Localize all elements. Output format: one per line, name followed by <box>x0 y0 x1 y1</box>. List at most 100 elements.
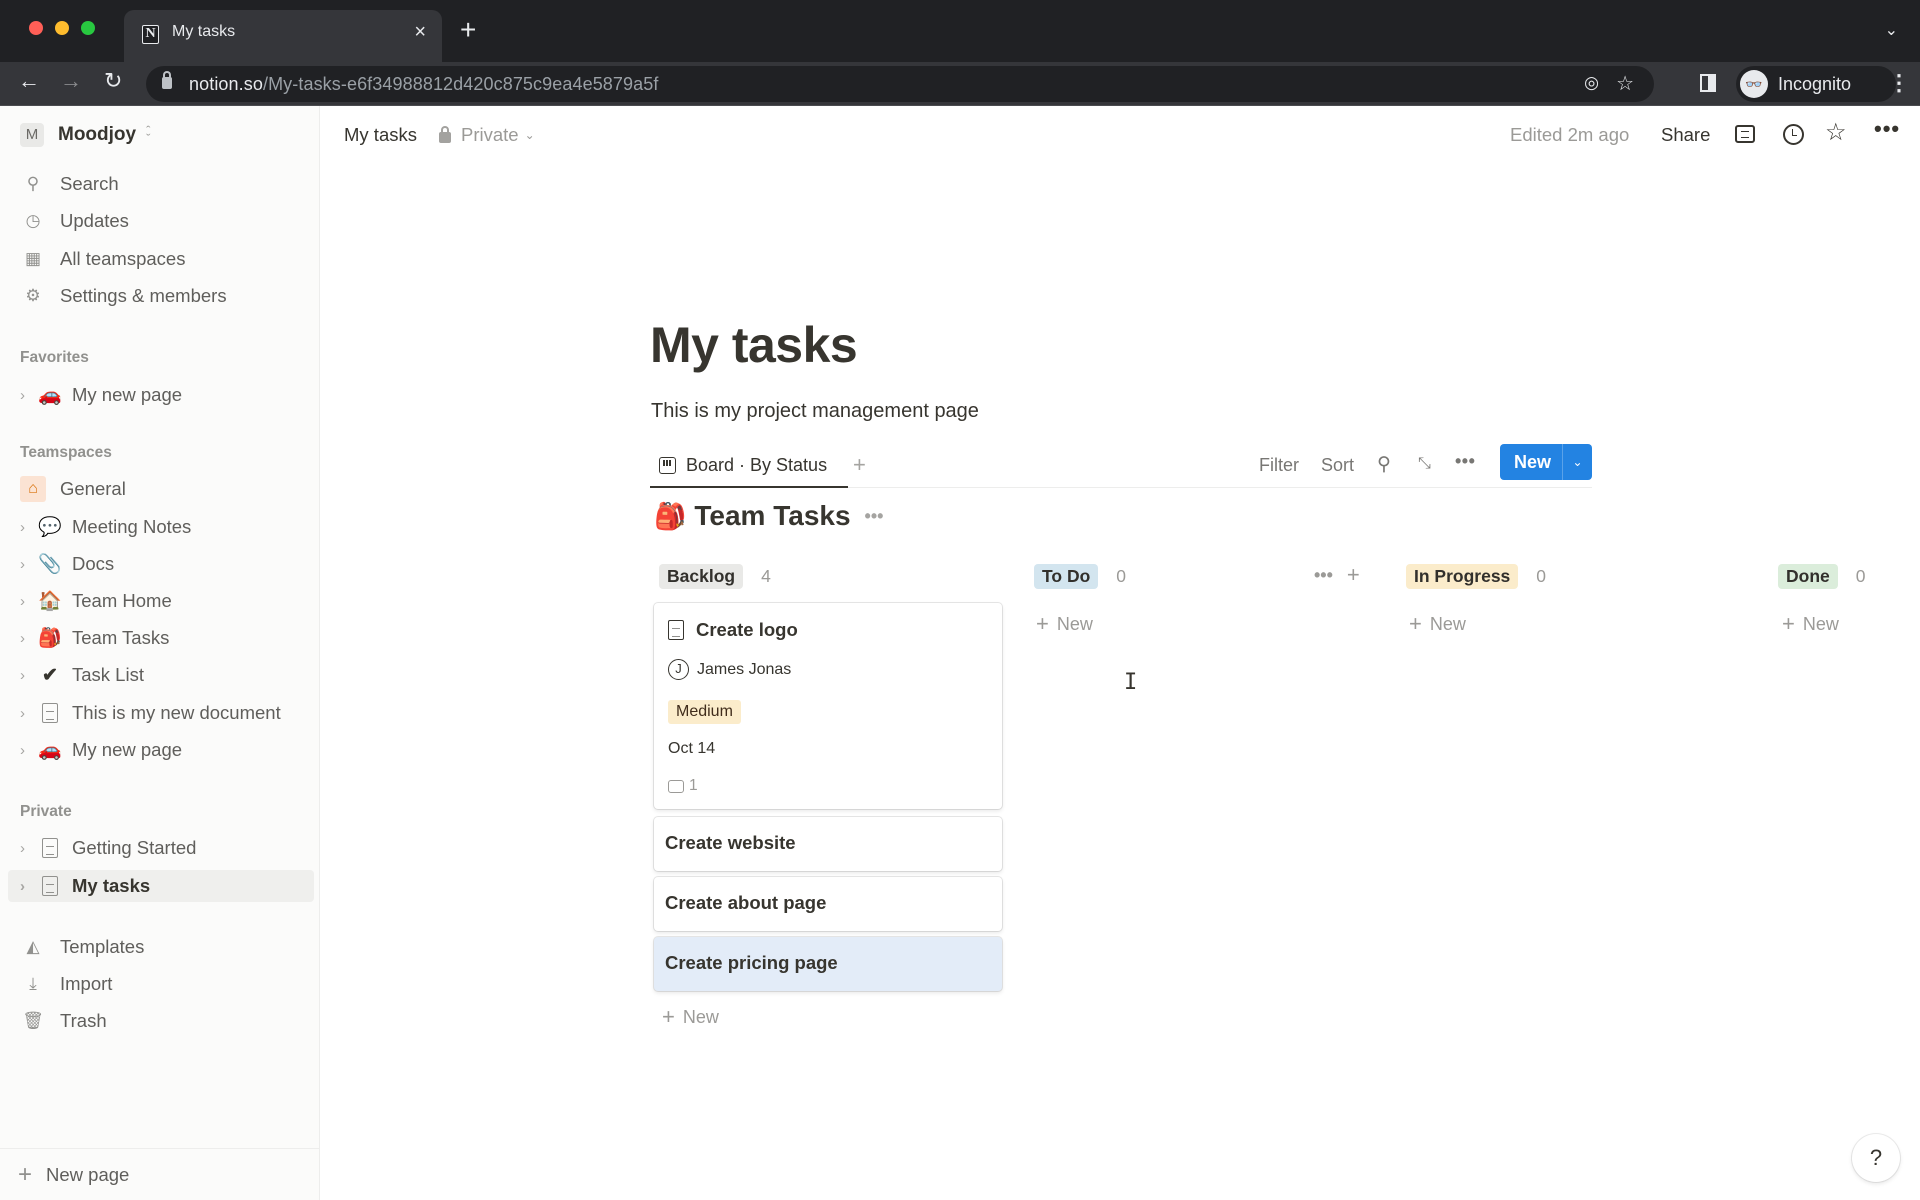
view-more-icon[interactable]: ••• <box>1455 451 1475 472</box>
sidebar-page-new-document[interactable]: › This is my new document <box>8 697 314 729</box>
page-description[interactable]: This is my project management page <box>651 400 979 423</box>
backlog-new-button[interactable]: + New <box>662 1004 719 1030</box>
plus-icon: + <box>18 1160 33 1188</box>
browser-titlebar: N My tasks × + ⌄ <box>0 0 1920 62</box>
maximize-window-button[interactable] <box>81 21 95 35</box>
column-header-in-progress[interactable]: In Progress 0 <box>1406 562 1546 590</box>
chevron-right-icon[interactable]: › <box>20 878 32 895</box>
filter-button[interactable]: Filter <box>1259 455 1299 476</box>
minimize-window-button[interactable] <box>55 21 69 35</box>
column-header-done[interactable]: Done 0 <box>1778 562 1865 590</box>
forward-button[interactable]: → <box>60 68 82 94</box>
column-header-to-do[interactable]: To Do 0 <box>1034 562 1126 590</box>
chevron-right-icon[interactable]: › <box>20 705 32 722</box>
column-add-icon[interactable]: + <box>1347 562 1360 588</box>
backpack-icon: 🎒 <box>654 500 687 531</box>
more-options-icon[interactable]: ••• <box>1874 116 1900 142</box>
new-tab-button[interactable]: + <box>460 16 476 44</box>
column-header-backlog[interactable]: Backlog 4 <box>659 562 771 590</box>
sidebar-page-task-list[interactable]: › ✔ Task List <box>8 659 314 691</box>
column-actions: ••• + <box>1314 562 1360 588</box>
chevron-right-icon[interactable]: › <box>20 667 32 684</box>
trash-icon: 🗑 <box>22 1011 44 1030</box>
lock-icon[interactable] <box>162 71 172 89</box>
sidebar-page-my-tasks[interactable]: › My tasks <box>8 870 314 902</box>
share-button[interactable]: Share <box>1661 124 1710 146</box>
sidebar-item-search[interactable]: ⚲ Search <box>8 168 314 200</box>
privacy-dropdown[interactable]: Private ⌄ <box>439 124 535 146</box>
help-button[interactable]: ? <box>1852 1134 1900 1182</box>
sidebar-page-docs[interactable]: › 📎 Docs <box>8 548 314 580</box>
sidebar-item-label: Trash <box>60 1010 107 1031</box>
board-card[interactable]: Create about page <box>654 877 1002 931</box>
chevron-right-icon[interactable]: › <box>20 630 32 647</box>
board-card[interactable]: Create logo J James Jonas Medium Oct 14 … <box>654 603 1002 809</box>
sidebar-page-meeting-notes[interactable]: › 💬 Meeting Notes <box>8 511 314 543</box>
chevron-down-icon[interactable]: ⌄ <box>1562 444 1592 480</box>
page-label: Meeting Notes <box>72 516 192 537</box>
status-pill: To Do <box>1034 563 1099 589</box>
todo-new-button[interactable]: + New <box>1036 611 1093 637</box>
history-clock-icon[interactable] <box>1783 124 1804 145</box>
eye-off-icon[interactable]: ◎ <box>1584 73 1599 93</box>
side-panel-icon[interactable] <box>1700 74 1716 92</box>
favorite-star-icon[interactable]: ☆ <box>1825 118 1847 147</box>
sidebar-item-all-teamspaces[interactable]: ▦ All teamspaces <box>8 243 314 275</box>
sort-button[interactable]: Sort <box>1321 455 1354 476</box>
back-button[interactable]: ← <box>18 68 40 94</box>
done-new-button[interactable]: + New <box>1782 611 1839 637</box>
bookmark-star-icon[interactable]: ☆ <box>1616 71 1634 96</box>
document-icon <box>42 875 58 896</box>
sidebar-page-my-new-page[interactable]: › 🚗 My new page <box>8 734 314 766</box>
chevron-right-icon[interactable]: › <box>20 519 32 536</box>
search-icon: ⚲ <box>26 174 40 193</box>
new-button[interactable]: New ⌄ <box>1500 444 1592 480</box>
chevron-right-icon[interactable]: › <box>20 593 32 610</box>
sidebar-page-getting-started[interactable]: › Getting Started <box>8 832 314 864</box>
column-count: 0 <box>1116 565 1127 586</box>
sidebar-item-trash[interactable]: 🗑 Trash <box>8 1005 314 1037</box>
column-more-icon[interactable]: ••• <box>1314 565 1333 586</box>
page-label: General <box>60 478 126 499</box>
chevron-right-icon[interactable]: › <box>20 742 32 759</box>
browser-menu-icon[interactable]: ⋮ <box>1888 70 1910 96</box>
board-card[interactable]: Create website <box>654 817 1002 871</box>
chevron-right-icon[interactable]: › <box>20 387 32 404</box>
page-title[interactable]: My tasks <box>650 316 858 374</box>
sidebar-item-updates[interactable]: ◷ Updates <box>8 205 314 237</box>
breadcrumb[interactable]: My tasks <box>344 124 417 146</box>
sidebar-item-settings[interactable]: ⚙ Settings & members <box>8 280 314 312</box>
page-label: Team Home <box>72 590 172 611</box>
add-view-button[interactable]: + <box>853 452 866 478</box>
address-bar[interactable]: notion.so/My-tasks-e6f34988812d420c875c9… <box>146 66 1654 102</box>
page-icon-wrapper <box>38 875 62 897</box>
tab-search-chevron-icon[interactable]: ⌄ <box>1885 20 1898 40</box>
expand-icon[interactable]: ⤡ <box>1418 455 1431 473</box>
sidebar-page-team-tasks[interactable]: › 🎒 Team Tasks <box>8 622 314 654</box>
board-card[interactable]: Create pricing page <box>654 937 1002 991</box>
incognito-profile-button[interactable]: 👓 Incognito <box>1736 66 1896 102</box>
column-count: 0 <box>1536 565 1547 586</box>
card-title: Create logo <box>696 619 798 640</box>
column-count: 0 <box>1855 565 1866 586</box>
chevron-right-icon[interactable]: › <box>20 556 32 573</box>
browser-tab[interactable]: N My tasks × <box>124 10 442 62</box>
tab-board-by-status[interactable]: Board · By Status <box>650 444 848 488</box>
workspace-switcher[interactable]: M Moodjoy ˆˇ <box>20 120 150 150</box>
comment-icon[interactable] <box>1735 125 1755 143</box>
sidebar-item-import[interactable]: ⤓ Import <box>8 968 314 1000</box>
database-name[interactable]: Team Tasks <box>694 500 850 532</box>
sidebar-teamspace-general[interactable]: ⌂ General <box>8 473 314 505</box>
sidebar-item-templates[interactable]: ◭ Templates <box>8 931 314 963</box>
sidebar-page-my-new-page-favorite[interactable]: › 🚗 My new page <box>8 379 314 411</box>
tab-close-icon[interactable]: × <box>414 21 426 44</box>
search-icon[interactable]: ⚲ <box>1377 453 1391 476</box>
chevron-right-icon[interactable]: › <box>20 840 32 857</box>
in-progress-new-button[interactable]: + New <box>1409 611 1466 637</box>
database-more-icon[interactable]: ••• <box>865 506 884 527</box>
close-window-button[interactable] <box>29 21 43 35</box>
sidebar-page-team-home[interactable]: › 🏠 Team Home <box>8 585 314 617</box>
reload-button[interactable]: ↻ <box>104 68 122 94</box>
new-page-button[interactable]: + New page <box>0 1148 320 1200</box>
url-text[interactable]: notion.so/My-tasks-e6f34988812d420c875c9… <box>189 74 658 95</box>
